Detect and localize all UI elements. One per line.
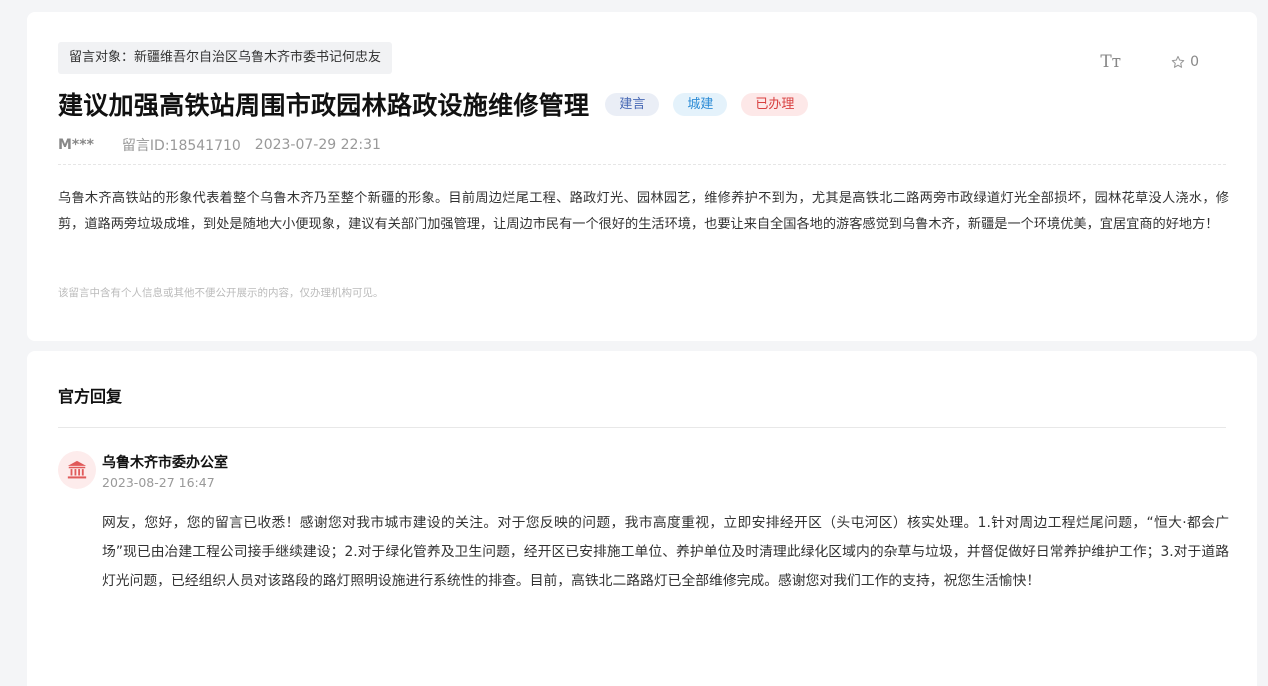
message-tools: Tт 0 (1100, 52, 1199, 72)
tag-suggestion: 建言 (605, 92, 660, 116)
message-title: 建议加强高铁站周围市政园林路政设施维修管理 (58, 91, 590, 120)
government-building-icon (58, 451, 96, 489)
favorite-count: 0 (1190, 54, 1199, 70)
official-reply-card: 官方回复 乌鲁木齐市委办公室 2023-08-27 16:47 网友，您好，您的… (27, 351, 1257, 686)
favorite-button[interactable]: 0 (1171, 54, 1199, 70)
title-row: 建议加强高铁站周围市政园林路政设施维修管理 建言 城建 已办理 (58, 86, 809, 122)
message-author: M*** (58, 137, 94, 153)
message-target-value: 新疆维吾尔自治区乌鲁木齐市委书记何忠友 (134, 50, 382, 65)
divider (58, 164, 1226, 165)
reply-section-title: 官方回复 (58, 387, 123, 406)
font-size-icon[interactable]: Tт (1100, 52, 1121, 72)
privacy-note: 该留言中含有个人信息或其他不便公开展示的内容，仅办理机构可见。 (58, 287, 384, 299)
message-target-label: 留言对象： (69, 50, 135, 65)
message-id: 留言ID:18541710 (121, 138, 241, 154)
star-icon (1171, 55, 1185, 68)
reply-content: 网友，您好，您的留言已收悉！感谢您对我市城市建设的关注。对于您反映的问题，我市高… (102, 515, 1229, 589)
message-date: 2023-07-29 22:31 (254, 137, 381, 153)
tag-status-done: 已办理 (741, 92, 809, 116)
message-content: 乌鲁木齐高铁站的形象代表着整个乌鲁木齐乃至整个新疆的形象。目前周边烂尾工程、路政… (58, 191, 1229, 232)
reply-date: 2023-08-27 16:47 (102, 475, 215, 490)
message-target: 留言对象：新疆维吾尔自治区乌鲁木齐市委书记何忠友 (58, 42, 393, 74)
tag-urban-construction: 城建 (673, 92, 728, 116)
message-card: 留言对象：新疆维吾尔自治区乌鲁木齐市委书记何忠友 Tт 0 建议加强高铁站周围市… (27, 12, 1257, 341)
reply-org-name: 乌鲁木齐市委办公室 (102, 455, 228, 471)
divider (58, 427, 1226, 428)
message-meta: M*** 留言ID:18541710 2023-07-29 22:31 (58, 135, 381, 155)
